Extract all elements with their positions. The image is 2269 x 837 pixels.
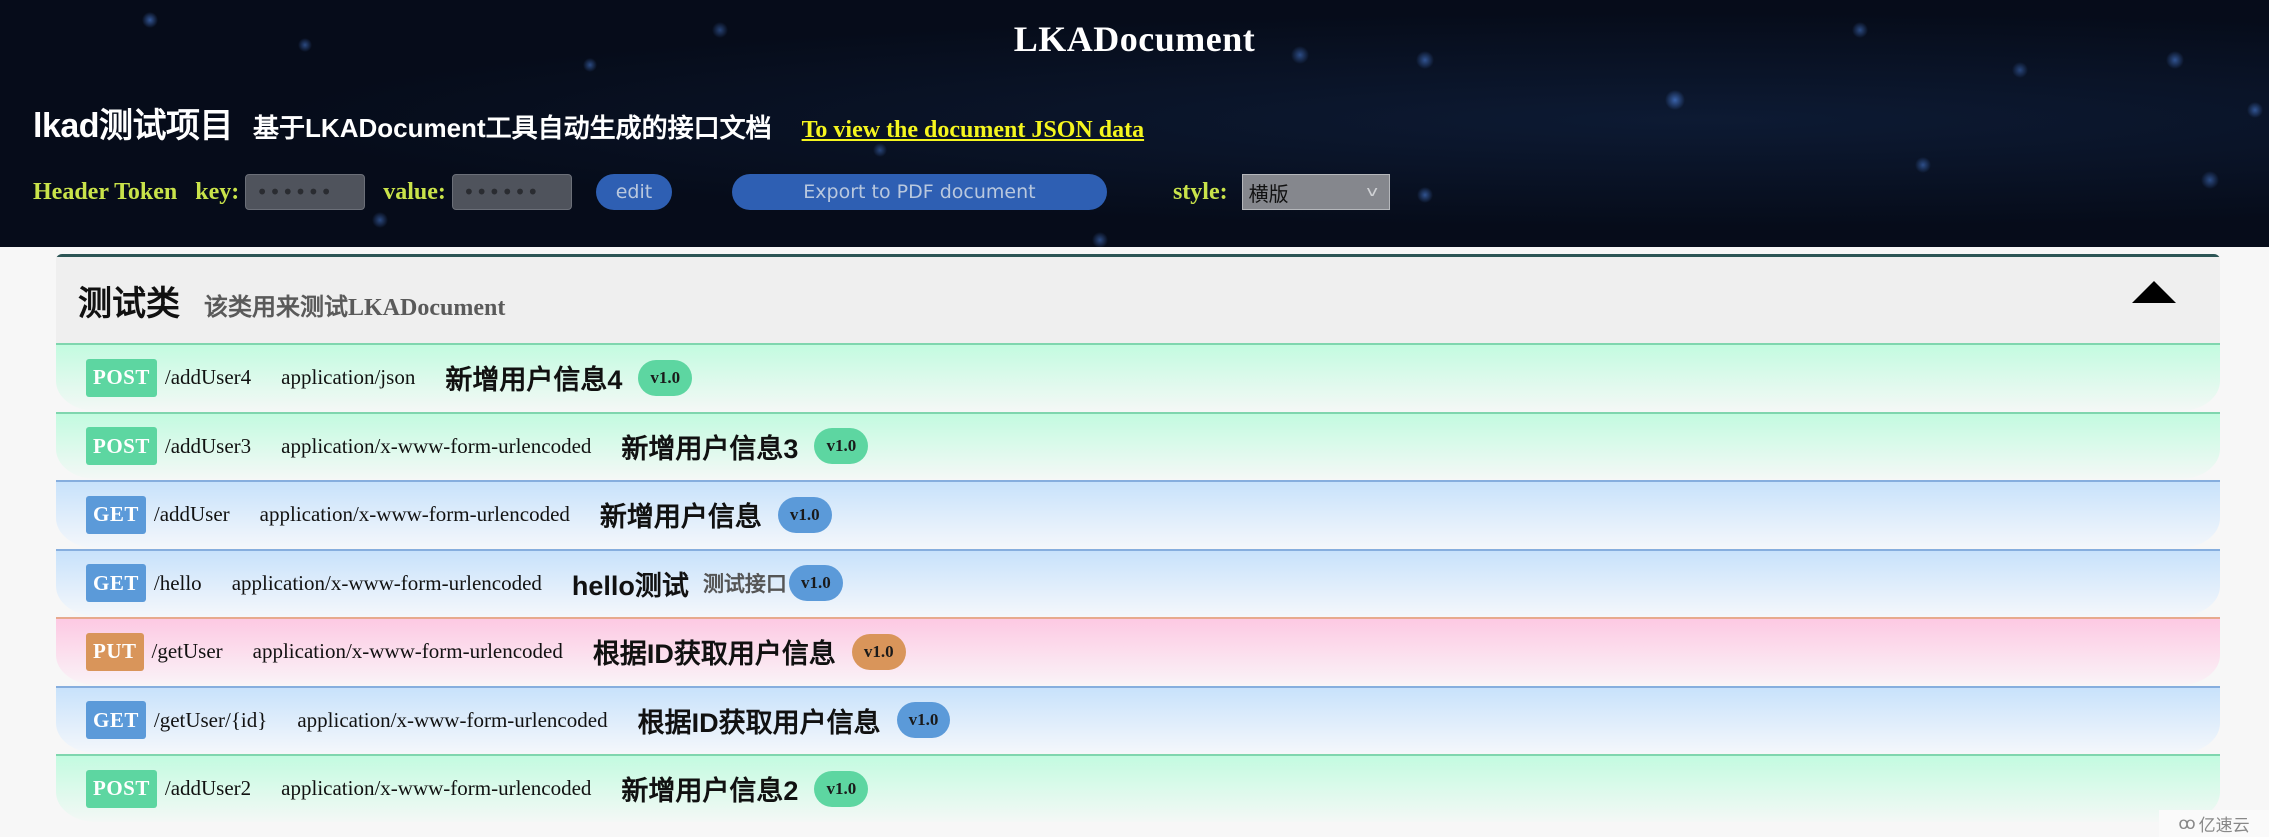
method-badge: POST: [86, 427, 157, 466]
style-label: style:: [1172, 178, 1228, 205]
api-summary: 新增用户信息4: [445, 365, 623, 396]
content-type: application/x-www-form-urlencoded: [252, 639, 563, 664]
api-row[interactable]: POST/addUser2 application/x-www-form-urle…: [56, 754, 2220, 822]
app-title: LKADocument: [1013, 19, 1256, 59]
api-path: /addUser: [153, 502, 230, 527]
api-class-card: 测试类 该类用来测试LKADocument POST/addUser4 appli…: [56, 254, 2220, 837]
version-badge: v1.0: [896, 702, 951, 739]
cloud-logo-icon: ꝏ: [2178, 813, 2196, 834]
content-type: application/json: [281, 365, 416, 390]
api-summary: 新增用户信息3: [621, 433, 799, 464]
export-pdf-button[interactable]: Export to PDF document: [731, 174, 1107, 210]
api-row[interactable]: POST/addUser3 application/x-www-form-urle…: [56, 411, 2220, 479]
content-type: application/x-www-form-urlencoded: [281, 776, 592, 801]
version-badge: v1.0: [851, 633, 906, 670]
style-select[interactable]: 横版 v: [1241, 174, 1390, 210]
api-path: /addUser2: [164, 776, 252, 801]
api-summary: 根据ID获取用户信息: [592, 639, 836, 670]
triangle-up-icon[interactable]: [2132, 281, 2176, 303]
api-list: POST/addUser4 application/json 新增用户信息4 v1.0…: [56, 343, 2220, 822]
edit-token-button[interactable]: edit: [595, 174, 672, 210]
page-header: LKADocument lkad测试项目 基于LKADocument工具自动生成…: [0, 0, 2269, 247]
class-header[interactable]: 测试类 该类用来测试LKADocument: [56, 257, 2220, 343]
api-summary: 新增用户信息2: [621, 776, 799, 807]
api-row[interactable]: POST/addUser4 application/json 新增用户信息4 v1.0: [56, 343, 2220, 411]
method-badge: POST: [86, 769, 157, 808]
watermark-text: 亿速云: [2198, 816, 2250, 836]
api-row[interactable]: GET/getUser/{id} application/x-www-form-u…: [56, 685, 2220, 753]
content-type: application/x-www-form-urlencoded: [281, 433, 592, 458]
api-note: 测试接口: [702, 573, 787, 597]
api-row[interactable]: PUT/getUser application/x-www-form-urlenc…: [56, 617, 2220, 685]
token-key-input[interactable]: [245, 174, 366, 210]
token-key-label: key:: [195, 178, 240, 205]
token-value-input[interactable]: [451, 174, 572, 210]
project-description: 基于LKADocument工具自动生成的接口文档: [253, 113, 772, 143]
method-badge: GET: [86, 701, 146, 740]
project-name: lkad测试项目: [33, 107, 234, 145]
view-json-link[interactable]: To view the document JSON data: [802, 117, 1144, 144]
version-badge: v1.0: [777, 496, 832, 533]
token-value-label: value:: [383, 178, 446, 205]
watermark: ꝏ 亿速云: [2159, 810, 2269, 837]
api-row[interactable]: GET/hello application/x-www-form-urlencod…: [56, 548, 2220, 616]
api-path: /addUser3: [164, 433, 252, 458]
content-type: application/x-www-form-urlencoded: [297, 707, 608, 732]
api-path: /getUser/{id}: [153, 707, 268, 732]
api-path: /getUser: [151, 639, 223, 664]
style-select-value: 横版: [1248, 181, 1289, 206]
api-summary: 新增用户信息: [599, 502, 762, 533]
content-type: application/x-www-form-urlencoded: [259, 502, 570, 527]
project-row: lkad测试项目 基于LKADocument工具自动生成的接口文档 To vie…: [33, 98, 1144, 147]
version-badge: v1.0: [814, 428, 869, 465]
method-badge: GET: [86, 564, 146, 603]
header-token-label: Header Token: [33, 178, 178, 205]
api-summary: 根据ID获取用户信息: [637, 707, 881, 738]
chevron-down-icon: v: [1366, 184, 1379, 200]
api-path: /hello: [153, 570, 202, 595]
method-badge: GET: [86, 495, 146, 534]
version-badge: v1.0: [814, 770, 869, 807]
class-description: 该类用来测试LKADocument: [204, 294, 506, 321]
version-badge: v1.0: [788, 565, 843, 602]
toolbar: Header Token key: value: edit Export to …: [33, 172, 1390, 212]
api-row[interactable]: GET/addUser application/x-www-form-urlenc…: [56, 480, 2220, 548]
api-path: /addUser4: [164, 365, 252, 390]
api-summary: hello测试: [571, 570, 689, 601]
content-type: application/x-www-form-urlencoded: [231, 570, 542, 595]
method-badge: PUT: [86, 632, 144, 671]
method-badge: POST: [86, 358, 157, 397]
class-name: 测试类: [78, 284, 180, 323]
version-badge: v1.0: [638, 359, 693, 396]
